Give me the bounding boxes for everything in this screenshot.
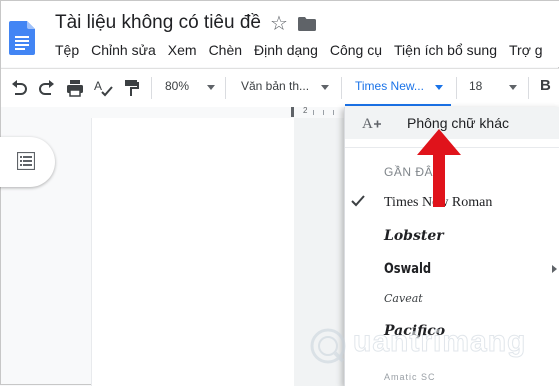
- svg-text:A: A: [362, 116, 373, 132]
- check-icon: [351, 195, 365, 207]
- toolbar-separator: [225, 77, 226, 99]
- star-icon[interactable]: ☆: [270, 11, 288, 36]
- undo-icon[interactable]: [9, 78, 29, 98]
- menu-bar: Tệp Chỉnh sửa Xem Chèn Định dạng Công cụ Tiện …: [49, 42, 549, 62]
- outline-list-icon: [17, 152, 35, 170]
- toolbar-separator: [456, 77, 457, 99]
- submenu-arrow-icon: [552, 265, 557, 273]
- toolbar-separator: [151, 77, 152, 99]
- toolbar-separator: [528, 77, 529, 99]
- docs-header: Tài liệu không có tiêu đề ☆ Tệp Chỉnh sửa…: [1, 1, 559, 67]
- docs-logo-icon[interactable]: [9, 21, 35, 55]
- font-caret-icon[interactable]: [435, 85, 443, 90]
- bold-button[interactable]: B: [540, 77, 551, 94]
- font-dropdown-active-underline: [345, 104, 451, 106]
- ruler-tick: [323, 110, 324, 115]
- watermark: uantrimang: [305, 323, 527, 367]
- font-option-caveat[interactable]: Caveat: [384, 292, 423, 305]
- style-caret-icon[interactable]: [321, 85, 329, 90]
- ruler-tick: [333, 110, 334, 115]
- ruler-tick: [313, 110, 314, 115]
- font-size-caret-icon[interactable]: [509, 85, 517, 90]
- watermark-text: uantrimang: [352, 325, 527, 359]
- menu-view[interactable]: Xem: [162, 42, 203, 58]
- red-arrow-annotation: [417, 129, 461, 207]
- menu-insert[interactable]: Chèn: [203, 42, 248, 58]
- document-page[interactable]: [91, 118, 295, 386]
- font-option-amatic-sc[interactable]: Amatic SC: [384, 372, 436, 382]
- document-title[interactable]: Tài liệu không có tiêu đề: [55, 12, 261, 34]
- style-dropdown[interactable]: Văn bản th...: [241, 79, 309, 93]
- svg-text:A: A: [94, 79, 102, 93]
- zoom-dropdown[interactable]: 80%: [165, 79, 189, 93]
- font-option-oswald[interactable]: Oswald: [384, 261, 431, 277]
- menu-edit[interactable]: Chỉnh sửa: [85, 42, 162, 58]
- horizontal-ruler: 2: [1, 106, 344, 117]
- toolbar: A 80% Văn bản th... Times New... 18 B: [1, 68, 559, 108]
- ruler-number: 2: [303, 106, 308, 115]
- add-font-icon: A: [362, 116, 381, 132]
- toolbar-separator: [341, 77, 342, 99]
- spellcheck-icon[interactable]: A: [93, 78, 115, 98]
- menu-addons[interactable]: Tiện ích bổ sung: [388, 42, 503, 58]
- font-dropdown[interactable]: Times New...: [355, 79, 424, 93]
- menu-help[interactable]: Trợ g: [503, 42, 549, 58]
- font-size-dropdown[interactable]: 18: [469, 79, 482, 93]
- menu-tools[interactable]: Công cụ: [324, 42, 388, 58]
- menu-format[interactable]: Định dạng: [248, 42, 324, 58]
- menu-file[interactable]: Tệp: [49, 42, 85, 58]
- paint-format-icon[interactable]: [121, 78, 141, 98]
- watermark-logo-icon: [310, 328, 346, 364]
- zoom-caret-icon[interactable]: [207, 85, 215, 90]
- font-option-lobster[interactable]: Lobster: [384, 228, 444, 244]
- ruler-indent-marker[interactable]: [291, 107, 294, 117]
- redo-icon[interactable]: [37, 78, 57, 98]
- folder-icon[interactable]: [298, 17, 316, 31]
- document-outline-button[interactable]: [0, 137, 55, 187]
- print-icon[interactable]: [65, 78, 85, 98]
